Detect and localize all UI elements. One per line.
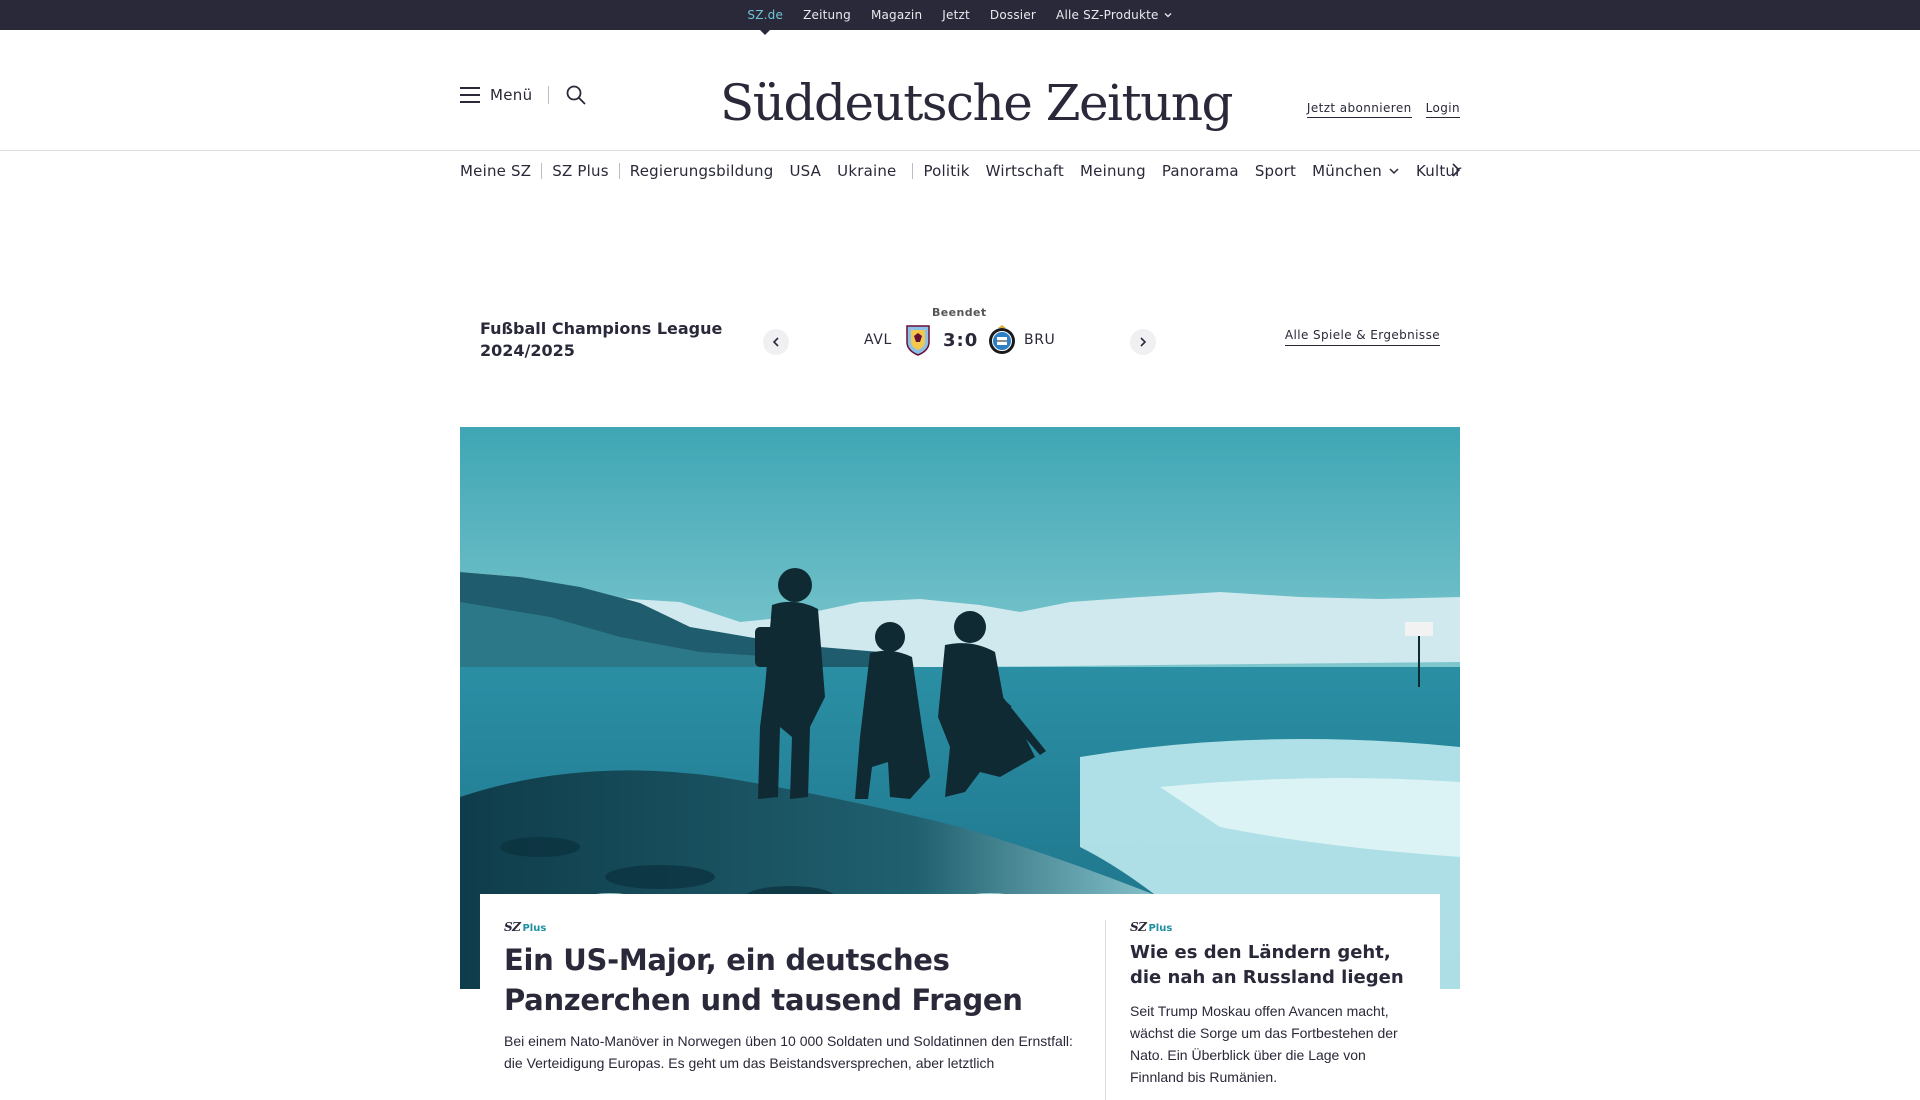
chevron-right-icon[interactable]	[1450, 162, 1462, 178]
login-link[interactable]: Login	[1425, 101, 1460, 118]
home-team-code: AVL	[864, 332, 892, 348]
nav-item-panorama[interactable]: Panorama	[1162, 162, 1239, 180]
nav-item-sport[interactable]: Sport	[1255, 162, 1296, 180]
nav-item-politik[interactable]: Politik	[923, 162, 969, 180]
topbar-link-szde[interactable]: SZ.de	[747, 8, 783, 35]
next-match-button[interactable]	[1130, 329, 1156, 355]
main-article-teaser: Bei einem Nato-Manöver in Norwegen üben …	[504, 1033, 1073, 1071]
divider	[1105, 920, 1106, 1100]
nav-divider	[541, 163, 543, 179]
hamburger-menu-icon[interactable]	[460, 87, 480, 103]
match-result[interactable]: 3:0	[943, 330, 978, 351]
previous-match-button[interactable]	[763, 329, 789, 355]
chevron-left-icon	[772, 337, 779, 347]
site-header: Menü Süddeutsche Zeitung Jetzt abonniere…	[0, 30, 1920, 180]
nav-item-sz-plus[interactable]: SZ Plus	[552, 162, 609, 180]
header-left: Menü	[460, 84, 587, 106]
chevron-down-icon	[1164, 13, 1172, 18]
header-right: Jetzt abonnieren Login	[1306, 101, 1460, 118]
nav-item-meinung[interactable]: Meinung	[1080, 162, 1146, 180]
aston-villa-crest-icon	[906, 325, 930, 356]
site-logo[interactable]: Süddeutsche Zeitung	[720, 74, 1234, 132]
nav-item-regierungsbildung[interactable]: Regierungsbildung	[630, 162, 774, 180]
score-ticker: Fußball Champions League 2024/2025 Beend…	[480, 300, 1440, 370]
chevron-down-icon	[1389, 168, 1399, 175]
club-brugge-crest-icon	[989, 325, 1015, 354]
divider	[548, 86, 550, 104]
away-team-code: BRU	[1024, 332, 1056, 348]
topbar-link-zeitung[interactable]: Zeitung	[803, 8, 851, 22]
nav-divider	[618, 163, 620, 179]
side-article-teaser: Seit Trump Moskau offen Avancen macht, w…	[1130, 1003, 1398, 1085]
search-icon[interactable]	[565, 84, 587, 106]
sz-plus-badge: SZ Plus	[504, 920, 547, 934]
menu-button[interactable]: Menü	[490, 86, 532, 104]
side-article[interactable]: SZ Plus Wie es den Ländern geht, die nah…	[1130, 920, 1420, 1088]
nav-item-ukraine[interactable]: Ukraine	[837, 162, 896, 180]
nav-item-usa[interactable]: USA	[790, 162, 822, 180]
chevron-right-icon	[1140, 337, 1147, 347]
nav-item-muenchen[interactable]: München	[1312, 162, 1400, 180]
nav-divider	[912, 163, 914, 179]
topbar-dropdown-products[interactable]: Alle SZ-Produkte	[1056, 8, 1173, 22]
match-status: Beendet	[932, 306, 987, 319]
nav-item-wirtschaft[interactable]: Wirtschaft	[986, 162, 1064, 180]
topbar-link-dossier[interactable]: Dossier	[990, 8, 1036, 22]
top-bar: SZ.de Zeitung Magazin Jetzt Dossier Alle…	[0, 0, 1920, 35]
main-nav: Meine SZ SZ Plus Regierungsbildung USA U…	[460, 162, 1478, 180]
sz-plus-badge: SZ Plus	[1130, 920, 1173, 934]
main-article[interactable]: SZ Plus Ein US-Major, ein deutsches Panz…	[504, 920, 1084, 1074]
competition-title[interactable]: Fußball Champions League 2024/2025	[480, 318, 722, 362]
main-article-headline[interactable]: Ein US-Major, ein deutsches Panzerchen u…	[504, 940, 1084, 1020]
side-article-headline[interactable]: Wie es den Ländern geht, die nah an Russ…	[1130, 940, 1420, 990]
subscribe-link[interactable]: Jetzt abonnieren	[1306, 101, 1412, 118]
all-matches-link[interactable]: Alle Spiele & Ergebnisse	[1284, 328, 1440, 346]
topbar-link-magazin[interactable]: Magazin	[871, 8, 922, 22]
nav-item-meine-sz[interactable]: Meine SZ	[460, 162, 531, 180]
topbar-link-jetzt[interactable]: Jetzt	[942, 8, 970, 22]
article-card: SZ Plus Ein US-Major, ein deutsches Panz…	[480, 894, 1440, 1100]
